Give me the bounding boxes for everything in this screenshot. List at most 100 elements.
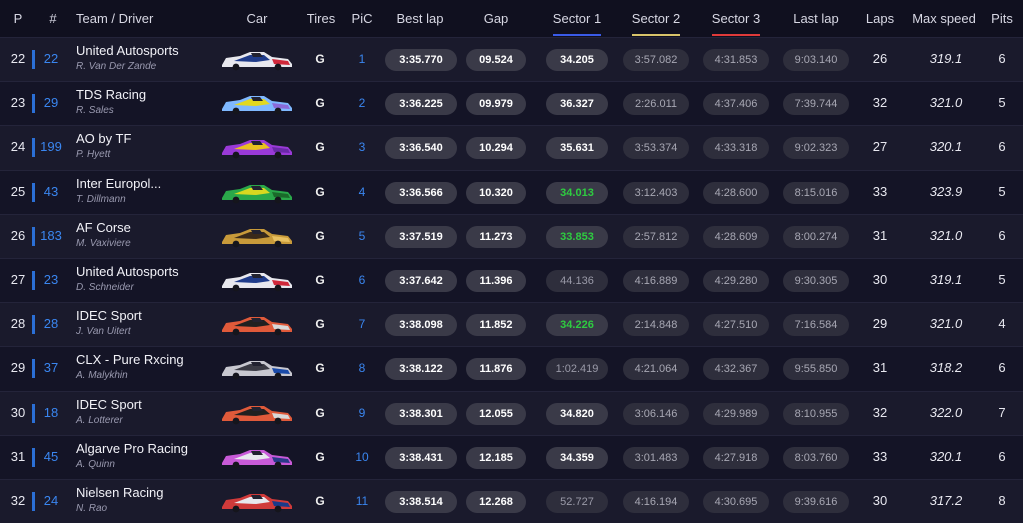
max-speed: 317.2: [929, 492, 963, 508]
last-lap-time: 9:03.140: [783, 49, 849, 71]
team-name[interactable]: AO by TF: [76, 131, 131, 146]
col-laps[interactable]: Laps: [866, 11, 894, 26]
gap-time: 10.294: [466, 137, 526, 160]
tire-compound: G: [315, 361, 325, 376]
col-gap[interactable]: Gap: [484, 11, 509, 26]
pit-stops: 5: [998, 271, 1006, 287]
table-row[interactable]: 28 28 IDEC Sport J. Van Uitert G 7 3:38.098 11.…: [0, 302, 1023, 347]
car-livery-icon: [222, 317, 292, 336]
best-lap-time: 3:38.514: [385, 490, 457, 513]
class-color-bar: [32, 270, 35, 290]
col-car[interactable]: Car: [247, 11, 268, 26]
sector-1-time: 33.853: [546, 225, 608, 248]
col-team-driver[interactable]: Team / Driver: [76, 11, 153, 26]
col-pits[interactable]: Pits: [991, 11, 1013, 26]
pit-stops: 6: [998, 51, 1006, 66]
sector-1-time: 34.820: [546, 402, 608, 425]
max-speed: 320.1: [929, 139, 963, 155]
pit-stops: 6: [998, 360, 1006, 376]
col-pic[interactable]: PiC: [352, 11, 373, 26]
team-name[interactable]: TDS Racing: [76, 87, 146, 102]
last-lap-time: 9:39.616: [783, 490, 849, 513]
col-position[interactable]: P: [14, 11, 23, 26]
col-number[interactable]: #: [49, 11, 56, 26]
sector-2-time: 3:57.082: [623, 49, 689, 71]
class-color-bar: [32, 403, 35, 423]
col-sector-3[interactable]: Sector 3: [712, 11, 760, 26]
gap-time: 09.524: [466, 49, 526, 71]
laps-count: 29: [872, 316, 888, 332]
table-row[interactable]: 30 18 IDEC Sport A. Lotterer G 9 3:38.301 12.05…: [0, 390, 1023, 435]
team-name[interactable]: Inter Europol...: [76, 176, 161, 191]
pit-stops: 6: [998, 139, 1006, 155]
table-row[interactable]: 27 23 United Autosports D. Schneider G 6 3:37.…: [0, 257, 1023, 303]
car-livery-icon: [222, 493, 292, 513]
gap-time: 11.396: [466, 269, 526, 292]
max-speed: 321.0: [929, 316, 963, 332]
team-name[interactable]: AF Corse: [76, 220, 131, 235]
table-row[interactable]: 26 183 AF Corse M. Vaxiviere G 5 3:37.519 11.27…: [0, 213, 1023, 258]
team-name[interactable]: IDEC Sport: [76, 397, 142, 412]
tire-compound: G: [315, 272, 325, 287]
car-number: 43: [43, 183, 59, 199]
class-color-bar: [32, 226, 35, 246]
driver-name: J. Van Uitert: [76, 326, 131, 338]
gap-time: 11.876: [466, 358, 526, 381]
class-color-bar: [32, 315, 35, 335]
col-best-lap[interactable]: Best lap: [397, 11, 444, 26]
car-number: 24: [43, 492, 59, 508]
table-row[interactable]: 31 45 Algarve Pro Racing A. Quinn G 10 3:38.43…: [0, 434, 1023, 479]
driver-name: D. Schneider: [76, 281, 134, 293]
last-lap-time: 7:39.744: [783, 93, 849, 116]
team-name[interactable]: United Autosports: [76, 43, 179, 58]
table-row[interactable]: 32 24 Nielsen Racing N. Rao G 11 3:38.514 12.26…: [0, 478, 1023, 523]
class-color-bar: [32, 94, 35, 114]
class-color-bar: [32, 447, 35, 467]
position: 24: [10, 139, 26, 155]
max-speed: 321.0: [929, 95, 963, 111]
laps-count: 33: [872, 183, 888, 199]
table-row[interactable]: 29 37 CLX - Pure Rxcing A. Malykhin G 8 3:38.1…: [0, 346, 1023, 391]
last-lap-time: 8:00.274: [783, 225, 849, 248]
team-name[interactable]: United Autosports: [76, 264, 179, 279]
col-max-speed[interactable]: Max speed: [912, 11, 976, 26]
sector-1-marker: [553, 34, 601, 36]
team-name[interactable]: Algarve Pro Racing: [76, 441, 188, 456]
col-sector-1[interactable]: Sector 1: [553, 11, 601, 26]
sector-3-time: 4:28.609: [703, 225, 769, 248]
tire-compound: G: [315, 317, 325, 332]
sector-2-time: 3:12.403: [623, 181, 689, 204]
gap-time: 12.185: [466, 446, 526, 469]
gap-time: 12.268: [466, 490, 526, 513]
table-row[interactable]: 22 22 United Autosports R. Van Der Zande G 1 3…: [0, 37, 1023, 82]
col-last-lap[interactable]: Last lap: [793, 11, 839, 26]
table-body: 22 22 United Autosports R. Van Der Zande G 1 3…: [0, 37, 1023, 523]
laps-count: 32: [872, 95, 888, 111]
position: 25: [10, 183, 26, 199]
table-row[interactable]: 23 29 TDS Racing R. Sales G 2 3:36.225 09.979 36…: [0, 81, 1023, 126]
sector-1-time: 35.631: [546, 137, 608, 160]
position-in-class: 6: [358, 272, 366, 287]
team-name[interactable]: CLX - Pure Rxcing: [76, 352, 184, 367]
sector-2-time: 3:01.483: [623, 446, 689, 469]
last-lap-time: 9:55.850: [783, 358, 849, 381]
col-sector-2[interactable]: Sector 2: [632, 11, 680, 26]
team-name[interactable]: IDEC Sport: [76, 308, 142, 323]
laps-count: 32: [872, 404, 888, 420]
sector-1-time: 34.205: [546, 49, 608, 71]
last-lap-time: 8:15.016: [783, 181, 849, 204]
best-lap-time: 3:36.566: [385, 181, 457, 204]
position-in-class: 11: [355, 493, 369, 508]
team-name[interactable]: Nielsen Racing: [76, 485, 163, 500]
table-row[interactable]: 25 43 Inter Europol... T. Dillmann G 4 3:36.56…: [0, 169, 1023, 214]
car-number: 23: [43, 271, 59, 287]
sector-2-marker: [632, 34, 680, 36]
class-color-bar: [32, 182, 35, 202]
col-tires[interactable]: Tires: [307, 11, 335, 26]
driver-name: A. Malykhin: [76, 370, 128, 382]
position: 27: [10, 271, 26, 287]
table-row[interactable]: 24 199 AO by TF P. Hyett G 3 3:36.540 10.294 35.…: [0, 125, 1023, 170]
max-speed: 320.1: [929, 448, 963, 464]
max-speed: 319.1: [929, 51, 963, 66]
sector-2-time: 3:06.146: [623, 402, 689, 425]
